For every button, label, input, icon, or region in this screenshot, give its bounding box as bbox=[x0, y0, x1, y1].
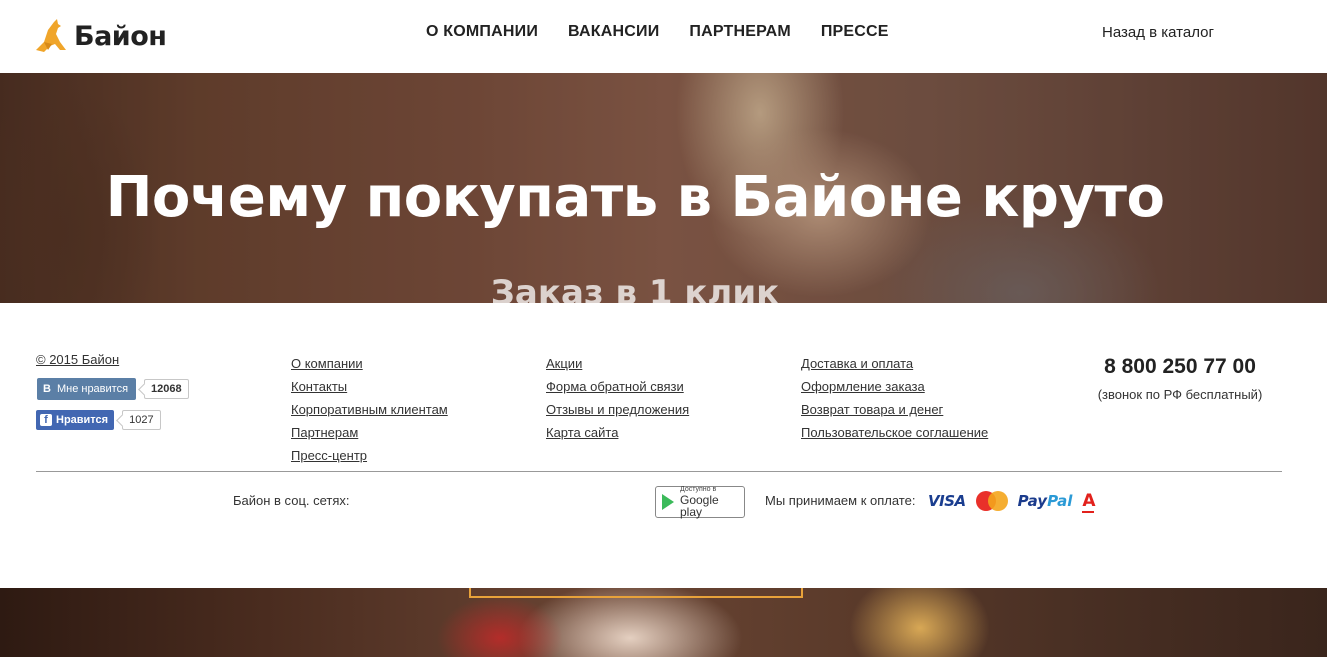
vk-like-label: Мне нравится bbox=[56, 383, 129, 395]
phone-note: (звонок по РФ бесплатный) bbox=[1097, 387, 1263, 402]
google-play-big-text: Google play bbox=[680, 493, 719, 519]
fb-like-button[interactable]: f Нравится bbox=[36, 410, 115, 430]
footer-link-delivery[interactable]: Доставка и оплата bbox=[801, 352, 988, 375]
footer-col-help: Доставка и оплата Оформление заказа Возв… bbox=[801, 352, 988, 444]
footer-link-promos[interactable]: Акции bbox=[546, 352, 689, 375]
payment-label: Мы принимаем к оплате: bbox=[765, 493, 916, 508]
fb-like-label: Нравится bbox=[56, 414, 109, 426]
google-play-small-text: Доступно в bbox=[680, 486, 717, 493]
phone-number[interactable]: 8 800 250 77 00 bbox=[1080, 355, 1280, 379]
footer-divider bbox=[36, 471, 1282, 472]
facebook-icon: f bbox=[40, 414, 52, 426]
footer-link-feedback[interactable]: Форма обратной связи bbox=[546, 375, 689, 398]
nav-about[interactable]: О КОМПАНИИ bbox=[426, 23, 538, 41]
nav-vacancies[interactable]: ВАКАНСИИ bbox=[568, 23, 659, 41]
footer-link-corporate[interactable]: Корпоративным клиентам bbox=[291, 398, 448, 421]
vk-like-widget: В Мне нравится 12068 bbox=[37, 378, 189, 400]
logo-text: Байон bbox=[74, 20, 167, 52]
visa-icon: VISA bbox=[928, 492, 966, 510]
main-nav: О КОМПАНИИ ВАКАНСИИ ПАРТНЕРАМ ПРЕССЕ bbox=[426, 23, 919, 41]
logo-link[interactable]: Байон bbox=[30, 14, 167, 58]
site-header: Байон О КОМПАНИИ ВАКАНСИИ ПАРТНЕРАМ ПРЕС… bbox=[0, 0, 1327, 73]
back-to-catalog-link[interactable]: Назад в каталог bbox=[1102, 24, 1214, 41]
google-play-icon bbox=[662, 494, 674, 510]
copyright-link[interactable]: © 2015 Байон bbox=[36, 352, 119, 367]
vk-like-button[interactable]: В Мне нравится bbox=[37, 378, 137, 400]
footer-link-contacts[interactable]: Контакты bbox=[291, 375, 448, 398]
social-label: Байон в соц. сетях: bbox=[233, 493, 350, 508]
fb-like-count: 1027 bbox=[122, 410, 161, 430]
vk-icon: В bbox=[43, 383, 51, 395]
footer-link-sitemap[interactable]: Карта сайта bbox=[546, 421, 689, 444]
alfabank-icon: А bbox=[1082, 491, 1096, 513]
hero-subtitle: Заказ в 1 клик bbox=[490, 273, 780, 303]
footer-link-about[interactable]: О компании bbox=[291, 352, 448, 375]
footer-link-returns[interactable]: Возврат товара и денег bbox=[801, 398, 988, 421]
mastercard-icon bbox=[975, 491, 1008, 511]
payment-icons: VISA PayPal А bbox=[928, 491, 1096, 513]
phone-block: 8 800 250 77 00 (звонок по РФ бесплатный… bbox=[1080, 355, 1280, 402]
kangaroo-logo-icon bbox=[36, 19, 66, 52]
footer-link-ordering[interactable]: Оформление заказа bbox=[801, 375, 988, 398]
orange-frame bbox=[469, 588, 803, 598]
nav-partners[interactable]: ПАРТНЕРАМ bbox=[689, 23, 790, 41]
background-photo-strip bbox=[0, 588, 1327, 657]
nav-press[interactable]: ПРЕССЕ bbox=[821, 23, 889, 41]
fb-like-widget: f Нравится 1027 bbox=[36, 409, 161, 431]
footer-col-info: Акции Форма обратной связи Отзывы и пред… bbox=[546, 352, 689, 444]
google-play-badge[interactable]: Доступно в Google play bbox=[655, 486, 745, 518]
hero-title: Почему покупать в Байоне круто bbox=[105, 165, 1165, 230]
hero-banner: Почему покупать в Байоне круто Заказ в 1… bbox=[0, 73, 1327, 303]
paypal-icon: PayPal bbox=[1017, 492, 1073, 510]
footer-col-company: О компании Контакты Корпоративным клиент… bbox=[291, 352, 448, 467]
footer-link-terms[interactable]: Пользовательское соглашение bbox=[801, 421, 988, 444]
vk-like-count: 12068 bbox=[144, 379, 189, 399]
footer: © 2015 Байон В Мне нравится 12068 f Нрав… bbox=[0, 303, 1327, 588]
footer-link-press[interactable]: Пресс-центр bbox=[291, 444, 448, 467]
footer-link-partners[interactable]: Партнерам bbox=[291, 421, 448, 444]
footer-link-reviews[interactable]: Отзывы и предложения bbox=[546, 398, 689, 421]
